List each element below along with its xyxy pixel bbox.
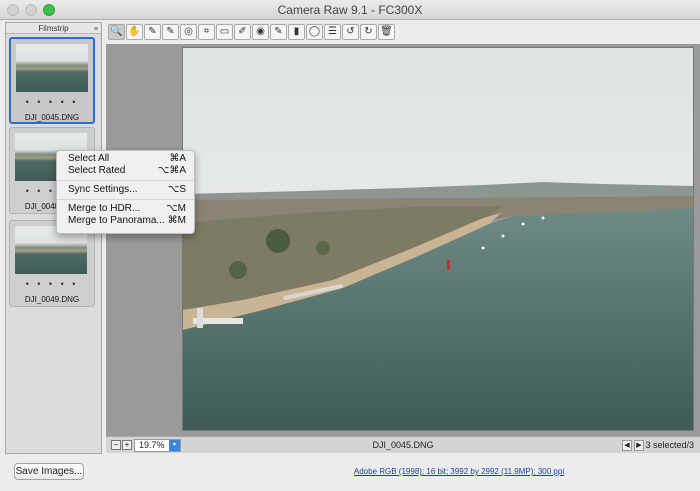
thumbnail-filename: DJI_0049.DNG (24, 295, 80, 304)
zoom-tool-icon[interactable]: 🔍 (108, 24, 125, 40)
menu-item-label: Select Rated (68, 165, 126, 176)
menu-item-label: Sync Settings... (68, 184, 138, 195)
menu-item-shortcut: ⌘M (167, 215, 186, 226)
menu-item-sync-settings[interactable]: Sync Settings... ⌥S (57, 184, 194, 196)
menu-item-shortcut: ⌥⌘A (157, 165, 186, 176)
filmstrip-menu-icon[interactable]: ≡ (94, 24, 98, 35)
filmstrip-panel: Filmstrip ≡ • • • • • DJI_0045.DNG • • •… (5, 22, 102, 454)
preferences-list-icon[interactable]: ☰ (324, 24, 341, 40)
menu-item-merge-to-panorama[interactable]: Merge to Panorama... ⌘M (57, 215, 194, 227)
menu-item-shortcut: ⌘A (169, 153, 186, 164)
tools-toolbar: 🔍 ✋ ✎ ✎ ◎ ⌗ ▭ ✐ ◉ ✎ ▮ ◯ ☰ ↺ ↻ 🗑 (108, 22, 700, 42)
menu-item-select-all[interactable]: Select All ⌘A (57, 153, 194, 165)
rating-dots[interactable]: • • • • • (11, 97, 93, 107)
menu-item-merge-to-hdr[interactable]: Merge to HDR... ⌥M (57, 203, 194, 215)
targeted-adjustment-tool-icon[interactable]: ◎ (180, 24, 197, 40)
rotate-left-icon[interactable]: ↺ (342, 24, 359, 40)
window-title: Camera Raw 9.1 - FC300X (277, 3, 423, 17)
thumbnail-image (16, 44, 88, 92)
menu-separator (57, 180, 194, 181)
menu-separator (57, 199, 194, 200)
selection-count: 3 selected/3 (645, 440, 694, 450)
hand-tool-icon[interactable]: ✋ (126, 24, 143, 40)
aerial-photo (183, 48, 693, 430)
current-file-name: DJI_0045.DNG (372, 440, 434, 450)
next-image-button[interactable]: ▶ (634, 440, 644, 451)
workflow-options-link[interactable]: Adobe RGB (1998); 16 bit; 3992 by 2992 (… (0, 467, 700, 476)
menu-item-shortcut: ⌥S (167, 184, 186, 195)
menu-item-label: Merge to Panorama... (68, 215, 165, 226)
red-eye-removal-tool-icon[interactable]: ◉ (252, 24, 269, 40)
adjustment-brush-tool-icon[interactable]: ✎ (270, 24, 287, 40)
previous-image-button[interactable]: ◀ (622, 440, 632, 451)
color-sampler-tool-icon[interactable]: ✎ (162, 24, 179, 40)
filmstrip-item-0045[interactable]: • • • • • DJI_0045.DNG (9, 37, 95, 124)
crop-tool-icon[interactable]: ⌗ (198, 24, 215, 40)
radial-filter-tool-icon[interactable]: ◯ (306, 24, 323, 40)
status-bar: − + 19.7% ▾ DJI_0045.DNG ◀ ▶ 3 selected/… (106, 436, 700, 453)
filmstrip-header: Filmstrip ≡ (6, 23, 101, 34)
white-balance-tool-icon[interactable]: ✎ (144, 24, 161, 40)
spot-removal-tool-icon[interactable]: ✐ (234, 24, 251, 40)
rating-dots[interactable]: • • • • • (10, 279, 94, 289)
menu-item-label: Merge to HDR... (68, 203, 141, 214)
menu-item-shortcut: ⌥M (166, 203, 186, 214)
title-bar: Camera Raw 9.1 - FC300X (0, 0, 700, 20)
preview-image[interactable] (182, 47, 694, 431)
graduated-filter-tool-icon[interactable]: ▮ (288, 24, 305, 40)
filmstrip-title: Filmstrip (38, 24, 69, 33)
rotate-right-icon[interactable]: ↻ (360, 24, 377, 40)
menu-item-label: Select All (68, 153, 110, 164)
thumbnail-filename: DJI_0045.DNG (24, 113, 80, 122)
menu-item-select-rated[interactable]: Select Rated ⌥⌘A (57, 165, 194, 177)
filmstrip-context-menu: Select All ⌘A Select Rated ⌥⌘A Sync Sett… (56, 150, 195, 234)
trash-icon[interactable]: 🗑 (378, 24, 395, 40)
straighten-tool-icon[interactable]: ▭ (216, 24, 233, 40)
